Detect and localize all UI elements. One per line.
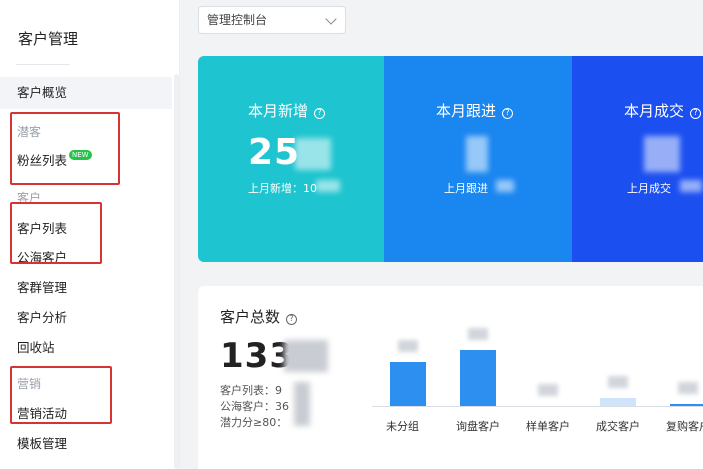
blurred-region	[680, 180, 702, 192]
bar-value-label	[678, 382, 698, 394]
total-value: 133	[220, 336, 294, 376]
sidebar-item-template-manage[interactable]: 模板管理	[17, 433, 67, 452]
stat-title-text: 本月成交	[624, 102, 685, 120]
stat-card-follow[interactable]: 本月跟进? 上月跟进	[384, 56, 572, 262]
category-label: 样单客户	[526, 420, 570, 433]
blurred-region	[295, 138, 331, 170]
total-title-text: 客户总数	[220, 308, 281, 326]
stat-sub: 上月跟进	[444, 182, 488, 195]
category-label: 询盘客户	[456, 420, 500, 433]
blurred-region	[496, 180, 514, 192]
stat-title: 本月成交?	[624, 100, 702, 121]
sidebar-item-group-manage[interactable]: 客群管理	[17, 277, 67, 296]
category-label: 复购客户	[666, 420, 703, 433]
console-selector-value: 管理控制台	[207, 13, 268, 27]
total-list-line: 客户列表：9	[220, 384, 282, 397]
help-icon[interactable]: ?	[286, 314, 298, 325]
blurred-region	[466, 136, 488, 172]
highlight-box-customer	[10, 202, 102, 264]
bar-value-label	[398, 340, 418, 352]
total-title: 客户总数?	[220, 306, 298, 327]
blurred-region	[294, 382, 310, 426]
sidebar-title: 客户管理	[18, 30, 79, 48]
sidebar-item-analysis[interactable]: 客户分析	[17, 307, 67, 326]
stat-title-text: 本月跟进	[436, 102, 497, 120]
sidebar-item-overview[interactable]: 客户概览	[0, 77, 172, 109]
stat-sub: 上月新增：10	[248, 182, 317, 195]
highlight-box-marketing	[10, 366, 112, 424]
blurred-region	[284, 340, 328, 372]
stat-sub: 上月成交	[627, 182, 671, 195]
stat-title: 本月新增?	[248, 100, 326, 121]
sidebar-scrollbar[interactable]	[174, 74, 179, 469]
category-label: 成交客户	[596, 420, 640, 433]
stat-value: 25	[248, 132, 301, 173]
help-icon[interactable]: ?	[502, 108, 514, 119]
stat-card-new[interactable]: 本月新增? 25 上月新增：10	[198, 56, 384, 262]
stat-title-text: 本月新增	[248, 102, 309, 120]
bar-value-label	[468, 328, 488, 340]
category-label: 未分组	[386, 420, 419, 433]
bar-value-label	[608, 376, 628, 388]
total-potential-line: 潜力分≥80：	[220, 416, 288, 429]
highlight-box-potential	[10, 112, 120, 185]
blurred-region	[316, 180, 340, 192]
sidebar-item-recycle[interactable]: 回收站	[17, 337, 55, 356]
console-selector[interactable]: 管理控制台	[198, 6, 346, 34]
blurred-region	[644, 136, 680, 172]
chevron-down-icon	[325, 13, 337, 25]
help-icon[interactable]: ?	[690, 108, 702, 119]
stat-title: 本月跟进?	[436, 100, 514, 121]
help-icon[interactable]: ?	[314, 108, 326, 119]
sidebar-divider	[16, 64, 70, 65]
stat-card-deal[interactable]: 本月成交? 上月成交	[572, 56, 703, 262]
bar-value-label	[538, 384, 558, 396]
chart-x-axis	[372, 406, 703, 407]
total-sea-line: 公海客户：36	[220, 400, 289, 413]
